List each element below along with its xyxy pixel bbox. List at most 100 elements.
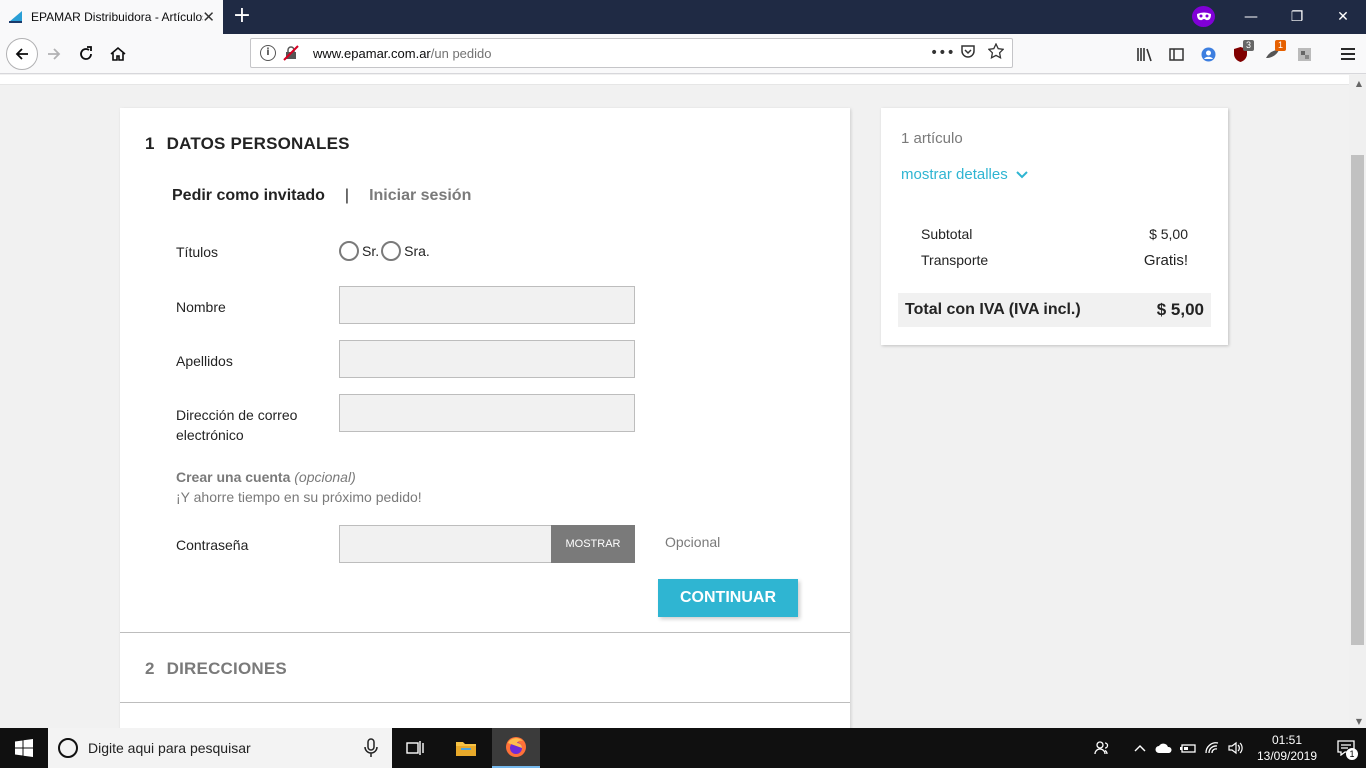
start-button[interactable] [0, 728, 48, 768]
task-view-icon [406, 741, 424, 755]
pocket-icon[interactable] [958, 43, 978, 63]
addon-badge: 1 [1274, 40, 1286, 51]
window-minimize-button[interactable]: — [1228, 0, 1274, 34]
items-count: 1 artículo [901, 130, 963, 147]
battery-icon[interactable] [1176, 728, 1200, 768]
scrollbar-thumb[interactable] [1351, 155, 1364, 645]
wifi-icon[interactable] [1200, 728, 1224, 768]
page-viewport: 1 DATOS PERSONALES Pedir como invitado | … [0, 75, 1366, 728]
window-restore-button[interactable]: ❐ [1274, 0, 1320, 34]
radio-mr[interactable] [339, 241, 359, 261]
checkout-panel: 1 DATOS PERSONALES Pedir como invitado | … [120, 108, 850, 728]
home-button[interactable] [104, 40, 132, 68]
step-title-text: DATOS PERSONALES [166, 134, 350, 153]
site-info-icon[interactable]: i [260, 45, 276, 61]
show-hidden-icons-icon[interactable] [1128, 728, 1152, 768]
email-label: Dirección de correo electrónico [176, 405, 297, 445]
onedrive-cloud-icon[interactable] [1152, 728, 1176, 768]
window-close-button[interactable]: ✕ [1320, 0, 1366, 34]
last-name-input[interactable] [339, 340, 635, 378]
browser-navbar: i www.epamar.com.ar/un pedido ••• 3 1 [0, 34, 1366, 74]
windows-taskbar: Digite aqui para pesquisar 01:51 13/09/2… [0, 728, 1366, 768]
step-addresses-title[interactable]: 2 DIRECCIONES [145, 659, 287, 679]
first-name-input[interactable] [339, 286, 635, 324]
tab-order-as-guest[interactable]: Pedir como invitado [172, 187, 325, 205]
page-actions-icon[interactable]: ••• [930, 45, 955, 61]
taskbar-search[interactable]: Digite aqui para pesquisar [48, 728, 392, 768]
total-label: Total con IVA (IVA incl.) [905, 301, 1081, 318]
task-view-button[interactable] [392, 728, 440, 768]
create-account-optional: (opcional) [294, 469, 356, 485]
shipping-value: Gratis! [1143, 252, 1188, 269]
browser-tab[interactable]: EPAMAR Distribuidora - Artículos ✕ [0, 0, 223, 34]
reload-button[interactable] [72, 40, 100, 68]
ublock-badge: 3 [1242, 40, 1254, 51]
titles-label: Títulos [176, 244, 219, 260]
new-tab-button[interactable]: + [232, 4, 252, 28]
ublock-origin-icon[interactable]: 3 [1226, 40, 1254, 68]
addon-extension-icon[interactable]: 1 [1258, 40, 1286, 68]
password-input[interactable] [339, 525, 551, 563]
forward-button[interactable] [40, 40, 68, 68]
clock-time: 01:51 [1271, 733, 1303, 747]
tab-sign-in[interactable]: Iniciar sesión [369, 187, 471, 205]
chevron-down-icon [1016, 170, 1028, 178]
hamburger-menu-icon[interactable] [1334, 40, 1362, 68]
url-text: www.epamar.com.ar/un pedido [313, 46, 492, 61]
password-optional-hint: Opcional [665, 534, 721, 550]
profile-extension-icon[interactable] [1290, 40, 1318, 68]
action-center-button[interactable]: 1 [1326, 728, 1366, 768]
step-title-text: DIRECCIONES [166, 659, 287, 678]
private-browsing-icon [1192, 6, 1215, 27]
file-explorer-button[interactable] [442, 728, 490, 768]
insecure-lock-icon[interactable] [283, 45, 299, 61]
microphone-icon[interactable] [364, 738, 378, 758]
sidebar-icon[interactable] [1162, 40, 1190, 68]
taskbar-search-placeholder: Digite aqui para pesquisar [88, 740, 251, 756]
volume-icon[interactable] [1224, 728, 1248, 768]
clock-date: 13/09/2019 [1256, 749, 1318, 763]
page-header-strip [0, 75, 1349, 85]
page-scrollbar[interactable]: ▲ ▼ [1349, 75, 1366, 728]
cortana-icon [58, 738, 78, 758]
cart-summary: 1 artículo mostrar detalles Subtotal $ 5… [881, 108, 1228, 345]
url-path: /un pedido [430, 45, 492, 61]
title-radio-group: Sr. Sra. [339, 241, 432, 261]
scroll-up-icon[interactable]: ▲ [1356, 79, 1362, 88]
home-icon [110, 46, 126, 61]
back-button[interactable] [6, 38, 38, 70]
tab-close-icon[interactable]: ✕ [202, 8, 215, 26]
account-sync-icon[interactable] [1194, 40, 1222, 68]
email-input[interactable] [339, 394, 635, 432]
notification-count: 1 [1346, 748, 1358, 760]
people-icon[interactable] [1090, 728, 1114, 768]
firefox-taskbar-button[interactable] [492, 728, 540, 768]
taskbar-clock[interactable]: 01:51 13/09/2019 [1248, 732, 1326, 764]
windows-logo-icon [15, 739, 33, 757]
shipping-row: Transporte Gratis! [921, 252, 1188, 269]
url-bar[interactable]: i www.epamar.com.ar/un pedido ••• [250, 38, 1013, 68]
radio-mrs-label[interactable]: Sra. [404, 243, 430, 259]
bookmark-star-icon[interactable] [986, 42, 1006, 63]
reload-icon [80, 46, 92, 60]
radio-mrs[interactable] [381, 241, 402, 261]
create-account-title: Crear una cuenta (opcional) [176, 469, 356, 485]
tab-separator: | [344, 187, 350, 204]
continue-button[interactable]: CONTINUAR [658, 579, 798, 617]
folder-icon [456, 742, 476, 756]
total-row: Total con IVA (IVA incl.) $ 5,00 [898, 293, 1211, 327]
scroll-down-icon[interactable]: ▼ [1356, 717, 1362, 726]
radio-mr-label[interactable]: Sr. [362, 243, 379, 259]
email-label-line2: electrónico [176, 427, 244, 443]
subtotal-row: Subtotal $ 5,00 [921, 226, 1188, 242]
section-divider [120, 632, 850, 633]
arrow-left-icon [15, 48, 28, 60]
subtotal-value: $ 5,00 [1149, 226, 1188, 242]
step-personal-info-title[interactable]: 1 DATOS PERSONALES [145, 134, 350, 154]
show-details-link[interactable]: mostrar detalles [901, 166, 1028, 183]
email-label-line1: Dirección de correo [176, 407, 298, 423]
library-icon[interactable] [1130, 40, 1158, 68]
show-password-button[interactable]: MOSTRAR [551, 525, 635, 563]
url-domain: www.epamar.com.ar [313, 45, 431, 61]
site-favicon-icon [8, 9, 24, 25]
